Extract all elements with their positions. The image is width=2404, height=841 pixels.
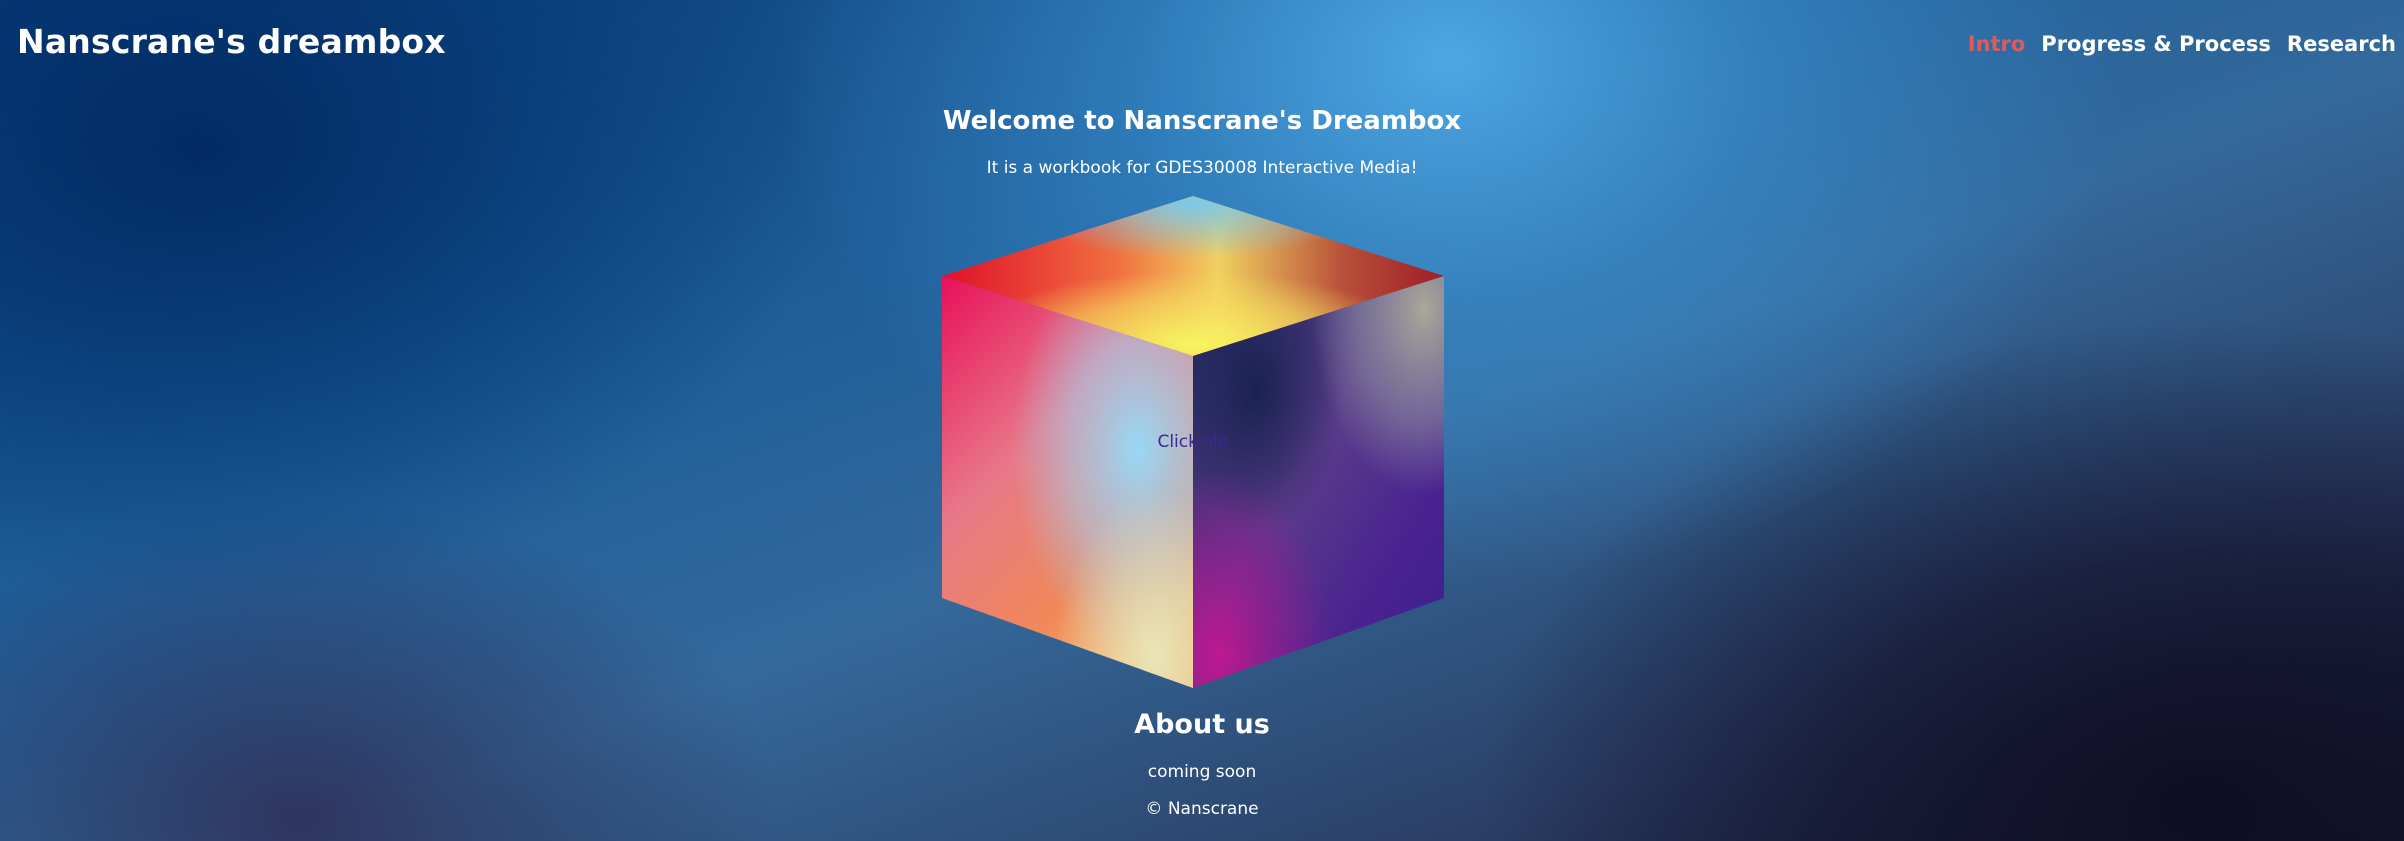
nav-item-intro[interactable]: Intro <box>1968 32 2026 56</box>
footer-copyright: © Nanscrane <box>1145 799 1259 819</box>
dreambox-cube[interactable]: Click Me <box>942 196 1444 688</box>
about-text: coming soon <box>1147 762 1257 782</box>
intro-subtitle: It is a workbook for GDES30008 Interacti… <box>986 158 1418 178</box>
nav-item-progress-process[interactable]: Progress & Process <box>2041 32 2271 56</box>
main-nav: Intro Progress & Process Research <box>1968 32 2396 56</box>
cube-click-label[interactable]: Click Me <box>942 432 1444 452</box>
welcome-heading: Welcome to Nanscrane's Dreambox <box>942 106 1462 136</box>
about-heading: About us <box>1134 709 1270 740</box>
nav-item-research[interactable]: Research <box>2287 32 2396 56</box>
site-title: Nanscrane's dreambox <box>17 22 446 61</box>
